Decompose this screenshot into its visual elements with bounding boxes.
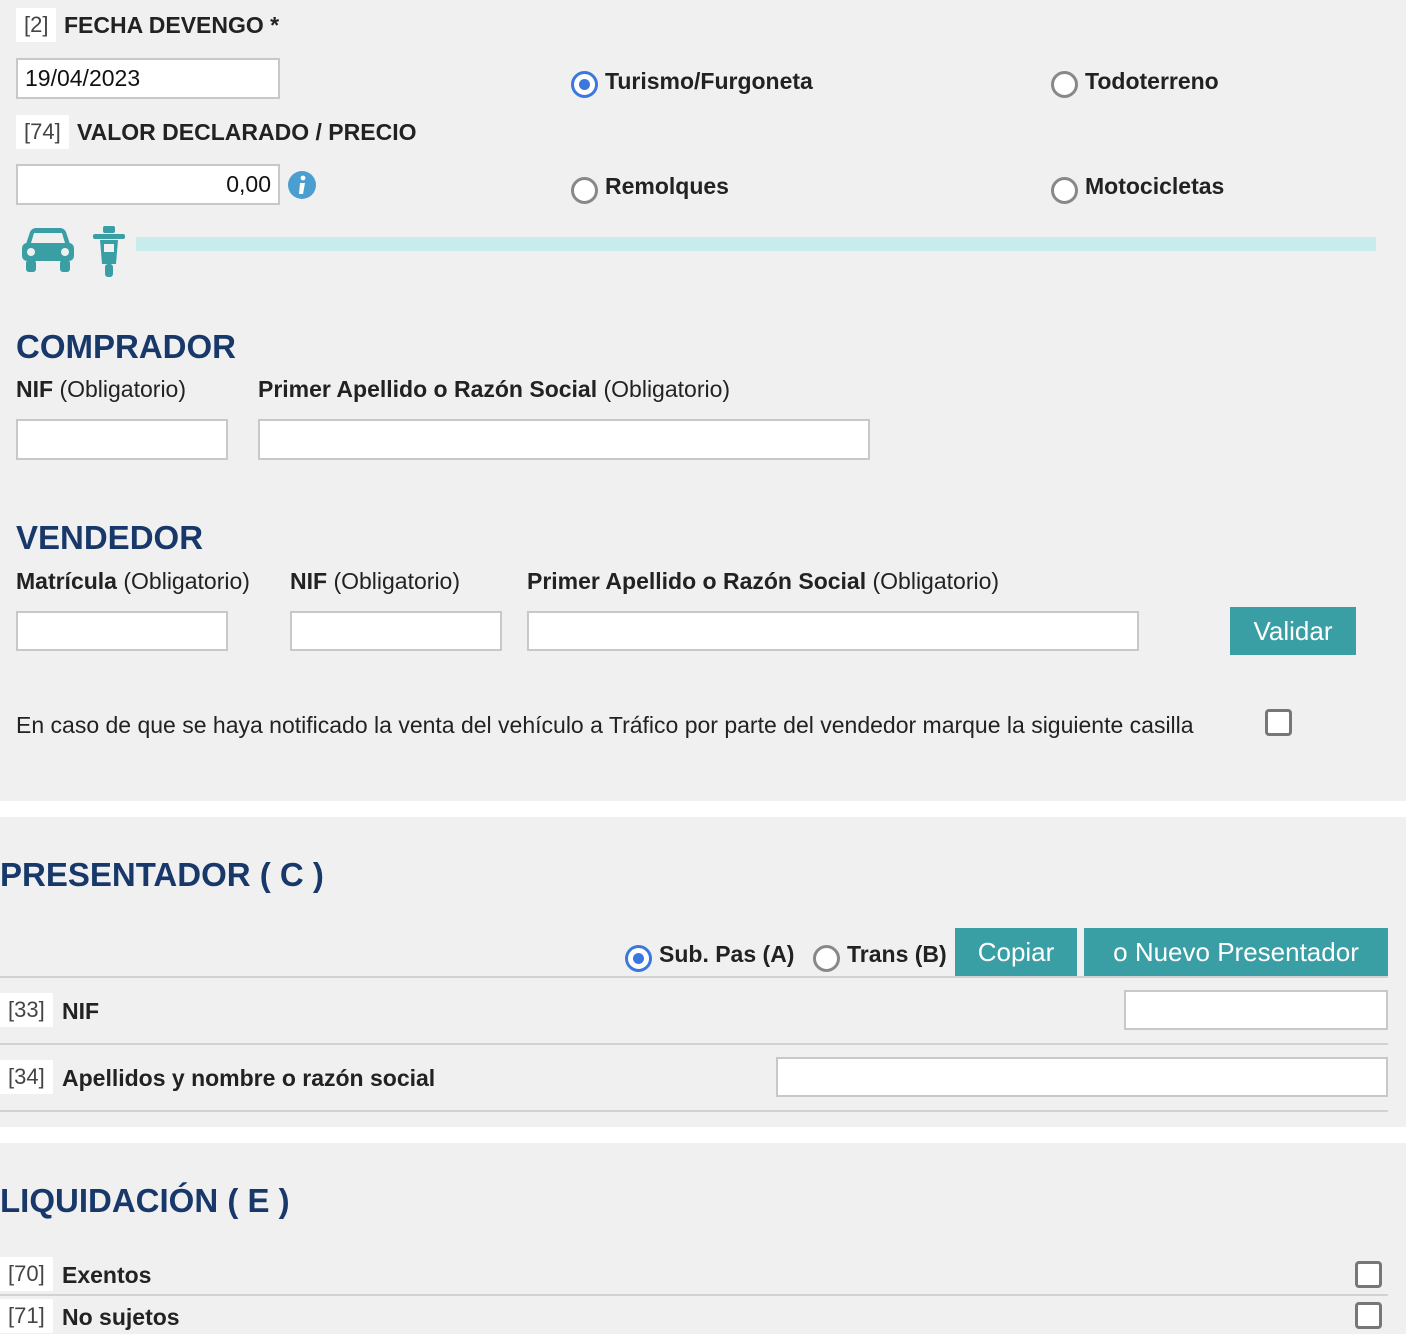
- radio-turismo[interactable]: [571, 71, 598, 98]
- radio-remolques-label: Remolques: [605, 173, 729, 199]
- exentos-checkbox[interactable]: [1355, 1261, 1382, 1288]
- presentador-nif-input[interactable]: [1124, 990, 1388, 1030]
- radio-trans[interactable]: [813, 945, 840, 972]
- fecha-code: [2]: [16, 8, 57, 42]
- valor-code: [74]: [16, 115, 69, 149]
- info-icon[interactable]: [287, 170, 317, 200]
- nosujetos-checkbox[interactable]: [1355, 1302, 1382, 1329]
- divider: [0, 1294, 1388, 1296]
- radio-turismo-label: Turismo/Furgoneta: [605, 68, 813, 94]
- divider: [0, 1110, 1388, 1112]
- presentador-nombre-label: Apellidos y nombre o razón social: [62, 1065, 436, 1091]
- presentador-nif-code: [33]: [0, 993, 53, 1027]
- radio-motocicletas[interactable]: [1051, 177, 1078, 204]
- radio-remolques[interactable]: [571, 177, 598, 204]
- exentos-label: Exentos: [62, 1262, 152, 1288]
- presentador-nombre-input[interactable]: [776, 1057, 1388, 1097]
- radio-sub-pas-label: Sub. Pas (A): [659, 941, 795, 967]
- vendedor-notice-text: En caso de que se haya notificado la ven…: [16, 712, 1194, 738]
- exentos-code: [70]: [0, 1257, 53, 1291]
- valor-input[interactable]: [16, 164, 280, 205]
- vendedor-title: VENDEDOR: [16, 519, 204, 556]
- vendedor-matricula-input[interactable]: [16, 611, 228, 651]
- presentador-nif-label: NIF: [62, 998, 100, 1024]
- section-divider: [0, 1127, 1406, 1143]
- fecha-input[interactable]: [16, 58, 280, 99]
- liquidacion-title: LIQUIDACIÓN ( E ): [0, 1182, 290, 1219]
- motorcycle-icon[interactable]: [90, 224, 128, 278]
- comprador-nif-input[interactable]: [16, 419, 228, 460]
- vendedor-nif-label: NIF (Obligatorio): [290, 568, 460, 594]
- presentador-title: PRESENTADOR ( C ): [0, 856, 324, 893]
- vendedor-notified-checkbox[interactable]: [1265, 709, 1292, 736]
- progress-bar: [136, 237, 1376, 251]
- vendedor-matricula-label: Matrícula (Obligatorio): [16, 568, 250, 594]
- comprador-apellido-label: Primer Apellido o Razón Social (Obligato…: [258, 376, 731, 402]
- nosujetos-code: [71]: [0, 1299, 53, 1333]
- comprador-nif-label: NIF (Obligatorio): [16, 376, 186, 402]
- vendedor-apellido-input[interactable]: [527, 611, 1139, 651]
- radio-todoterreno[interactable]: [1051, 71, 1078, 98]
- divider: [0, 1043, 1388, 1045]
- nuevo-presentador-button[interactable]: o Nuevo Presentador: [1084, 928, 1388, 976]
- divider: [0, 976, 1388, 978]
- nosujetos-label: No sujetos: [62, 1304, 180, 1330]
- vendedor-apellido-label: Primer Apellido o Razón Social (Obligato…: [527, 568, 1000, 594]
- valor-label: VALOR DECLARADO / PRECIO: [77, 119, 417, 145]
- radio-sub-pas[interactable]: [625, 945, 652, 972]
- radio-motocicletas-label: Motocicletas: [1085, 173, 1225, 199]
- validar-button[interactable]: Validar: [1230, 607, 1356, 655]
- comprador-apellido-input[interactable]: [258, 419, 870, 460]
- vendedor-nif-input[interactable]: [290, 611, 502, 651]
- copiar-button[interactable]: Copiar: [955, 928, 1077, 976]
- comprador-title: COMPRADOR: [16, 328, 236, 365]
- section-divider: [0, 801, 1406, 817]
- presentador-nombre-code: [34]: [0, 1060, 53, 1094]
- radio-trans-label: Trans (B): [847, 941, 947, 967]
- radio-todoterreno-label: Todoterreno: [1085, 68, 1219, 94]
- car-icon[interactable]: [20, 226, 76, 274]
- fecha-label: FECHA DEVENGO *: [64, 12, 280, 38]
